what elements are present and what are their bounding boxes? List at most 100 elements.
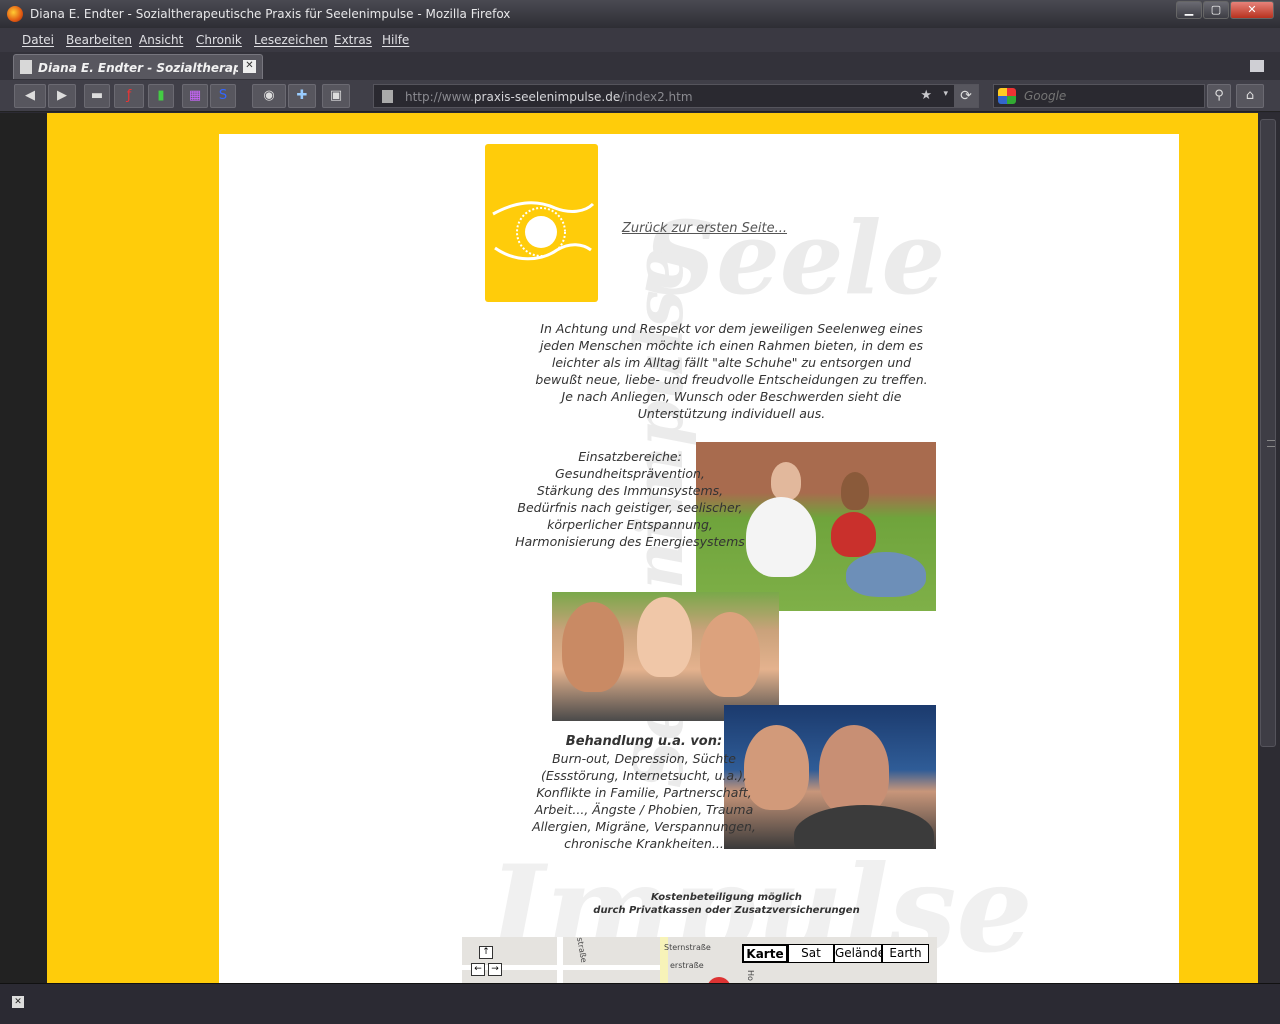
tab-active[interactable]: Diana E. Endter - Sozialtherapeuti... ✕ bbox=[13, 54, 263, 79]
search-bar[interactable] bbox=[993, 84, 1205, 108]
url-bar[interactable]: http://www.praxis-seelenimpulse.de/index… bbox=[373, 84, 979, 108]
url-host: praxis-seelenimpulse.de bbox=[473, 90, 621, 104]
einsatz-line: Gesundheitsprävention, bbox=[555, 466, 705, 481]
close-button[interactable]: ✕ bbox=[1230, 1, 1274, 19]
search-icon[interactable]: ⚲ bbox=[1207, 84, 1231, 108]
cost-note: Kostenbeteiligung möglich durch Privatka… bbox=[559, 891, 894, 917]
map-pan-right-icon[interactable]: → bbox=[488, 963, 502, 976]
tab-list-icon[interactable] bbox=[1250, 60, 1264, 72]
url-prefix: http://www. bbox=[405, 90, 474, 104]
search-input[interactable] bbox=[1024, 88, 1194, 104]
title-bar: Diana E. Endter - Sozialtherapeutische P… bbox=[0, 0, 1280, 28]
vertical-scrollbar[interactable] bbox=[1258, 113, 1280, 983]
map-type-gelaende[interactable]: Gelände bbox=[834, 944, 885, 963]
screenshot-addon-icon[interactable]: ▣ bbox=[322, 84, 350, 108]
behandlung-line: Arbeit..., Ängste / Phobien, Trauma bbox=[534, 802, 754, 817]
browser-window: Diana E. Endter - Sozialtherapeutische P… bbox=[0, 0, 1280, 1024]
einsatz-line: körperlicher Entspannung, bbox=[547, 517, 713, 532]
map-type-sat[interactable]: Sat bbox=[788, 944, 834, 963]
page-icon bbox=[20, 60, 32, 74]
map-type-selector: Karte Sat Gelände Earth bbox=[742, 944, 929, 963]
figure-girl-top bbox=[831, 512, 876, 557]
einsatz-line: Bedürfnis nach geistiger, seelischer, bbox=[517, 500, 743, 515]
cursor-addon-icon[interactable]: ✚ bbox=[288, 84, 316, 108]
chart-addon-icon[interactable]: ▮ bbox=[148, 84, 174, 108]
eye-addon-icon[interactable]: ◉ bbox=[252, 84, 286, 108]
google-map[interactable]: ustraße Sternstraße erstraße Ho ↑ ← → Ka… bbox=[462, 937, 937, 983]
grid-addon-icon[interactable]: ▦ bbox=[182, 84, 208, 108]
menu-ansicht[interactable]: Ansicht bbox=[139, 33, 183, 47]
statusbar-close-icon[interactable]: ✕ bbox=[12, 996, 24, 1008]
status-bar: ✕ bbox=[0, 983, 1280, 1024]
url-path: /index2.htm bbox=[620, 90, 693, 104]
map-road bbox=[557, 937, 563, 983]
cost-line-1: Kostenbeteiligung möglich bbox=[651, 892, 802, 903]
einsatz-line: Harmonisierung des Energiesystems bbox=[515, 534, 745, 549]
navigation-toolbar: ◀ ▶ ▬ ƒ ▮ ▦ S ◉ ✚ ▣ http://www.praxis-se… bbox=[0, 80, 1280, 112]
practice-logo[interactable] bbox=[485, 144, 598, 302]
sidebar-strip bbox=[0, 113, 47, 983]
map-street-label: Sternstraße bbox=[664, 943, 711, 952]
menu-datei[interactable]: Datei bbox=[22, 33, 54, 47]
scrollbar-thumb[interactable] bbox=[1260, 119, 1276, 747]
menu-chronik[interactable]: Chronik bbox=[196, 33, 242, 47]
figure-girl bbox=[637, 597, 692, 677]
map-type-earth[interactable]: Earth bbox=[882, 944, 929, 963]
behandlung-title: Behandlung u.a. von: bbox=[565, 734, 723, 749]
figure-senior-man bbox=[819, 725, 889, 815]
flash-icon[interactable]: ƒ bbox=[114, 84, 144, 108]
behandlung-text: Behandlung u.a. von: Burn-out, Depressio… bbox=[529, 733, 759, 852]
figure-father bbox=[562, 602, 624, 692]
menu-hilfe[interactable]: Hilfe bbox=[382, 33, 409, 47]
bookmark-star-icon[interactable]: ★ bbox=[920, 88, 932, 103]
tab-close-icon[interactable]: ✕ bbox=[243, 60, 256, 73]
map-pan-left-icon[interactable]: ← bbox=[471, 963, 485, 976]
back-button[interactable]: ◀ bbox=[14, 84, 46, 108]
map-type-karte[interactable]: Karte bbox=[742, 944, 788, 963]
page-icon bbox=[382, 90, 393, 103]
behandlung-line: Allergien, Migräne, Verspannungen, bbox=[532, 819, 756, 834]
figure-girl-head bbox=[841, 472, 869, 510]
menu-bearbeiten[interactable]: Bearbeiten bbox=[66, 33, 132, 47]
page-content: Seele Seelenimpulse Impulse Zurück zur e… bbox=[219, 134, 1179, 983]
einsatz-line: Einsatzbereiche: bbox=[578, 449, 682, 464]
map-street-label: erstraße bbox=[670, 961, 704, 970]
back-to-first-page-link[interactable]: Zurück zur ersten Seite... bbox=[622, 221, 787, 236]
behandlung-line: chronische Krankheiten... bbox=[564, 836, 724, 851]
einsatz-line: Stärkung des Immunsystems, bbox=[536, 483, 724, 498]
print-icon[interactable]: ▬ bbox=[84, 84, 110, 108]
home-icon[interactable]: ⌂ bbox=[1236, 84, 1264, 108]
behandlung-line: (Essstörung, Internetsucht, u.a.), bbox=[540, 768, 748, 783]
window-controls: ▁ ▢ ✕ bbox=[1176, 1, 1274, 19]
intro-text: In Achtung und Respekt vor dem jeweilige… bbox=[535, 321, 928, 421]
firefox-icon bbox=[7, 6, 23, 22]
tab-bar: Diana E. Endter - Sozialtherapeuti... ✕ bbox=[0, 52, 1280, 80]
menu-bar: Datei Bearbeiten Ansicht Chronik Lesezei… bbox=[0, 28, 1280, 52]
figure-boy-head bbox=[771, 462, 801, 500]
google-icon[interactable] bbox=[998, 88, 1016, 104]
figure-senior-clothes bbox=[794, 805, 934, 849]
map-street-label: Ho bbox=[745, 970, 755, 981]
forward-button[interactable]: ▶ bbox=[48, 84, 76, 108]
reload-button[interactable]: ⟳ bbox=[954, 85, 978, 107]
map-pan-up-icon[interactable]: ↑ bbox=[479, 946, 493, 959]
page-background: Seele Seelenimpulse Impulse Zurück zur e… bbox=[47, 113, 1258, 983]
s-addon-icon[interactable]: S bbox=[210, 84, 236, 108]
minimize-button[interactable]: ▁ bbox=[1176, 1, 1202, 19]
behandlung-line: Konflikte in Familie, Partnerschaft, bbox=[536, 785, 752, 800]
menu-lesezeichen[interactable]: Lesezeichen bbox=[254, 33, 328, 47]
figure-girl-jeans bbox=[846, 552, 926, 597]
window-title: Diana E. Endter - Sozialtherapeutische P… bbox=[30, 7, 511, 21]
behandlung-line: Burn-out, Depression, Süchte bbox=[552, 751, 736, 766]
figure-mother bbox=[700, 612, 760, 697]
scroll-grip-icon bbox=[1267, 440, 1275, 447]
map-street-label: ustraße bbox=[574, 937, 589, 964]
maximize-button[interactable]: ▢ bbox=[1203, 1, 1229, 19]
photo-family bbox=[552, 592, 779, 721]
url-dropdown-icon[interactable]: ▾ bbox=[943, 89, 948, 99]
url-text[interactable]: http://www.praxis-seelenimpulse.de/index… bbox=[405, 90, 693, 104]
menu-extras[interactable]: Extras bbox=[334, 33, 372, 47]
cost-line-2: durch Privatkassen oder Zusatzversicheru… bbox=[593, 905, 860, 916]
figure-boy-shirt bbox=[746, 497, 816, 577]
content-viewport: Seele Seelenimpulse Impulse Zurück zur e… bbox=[0, 113, 1280, 983]
